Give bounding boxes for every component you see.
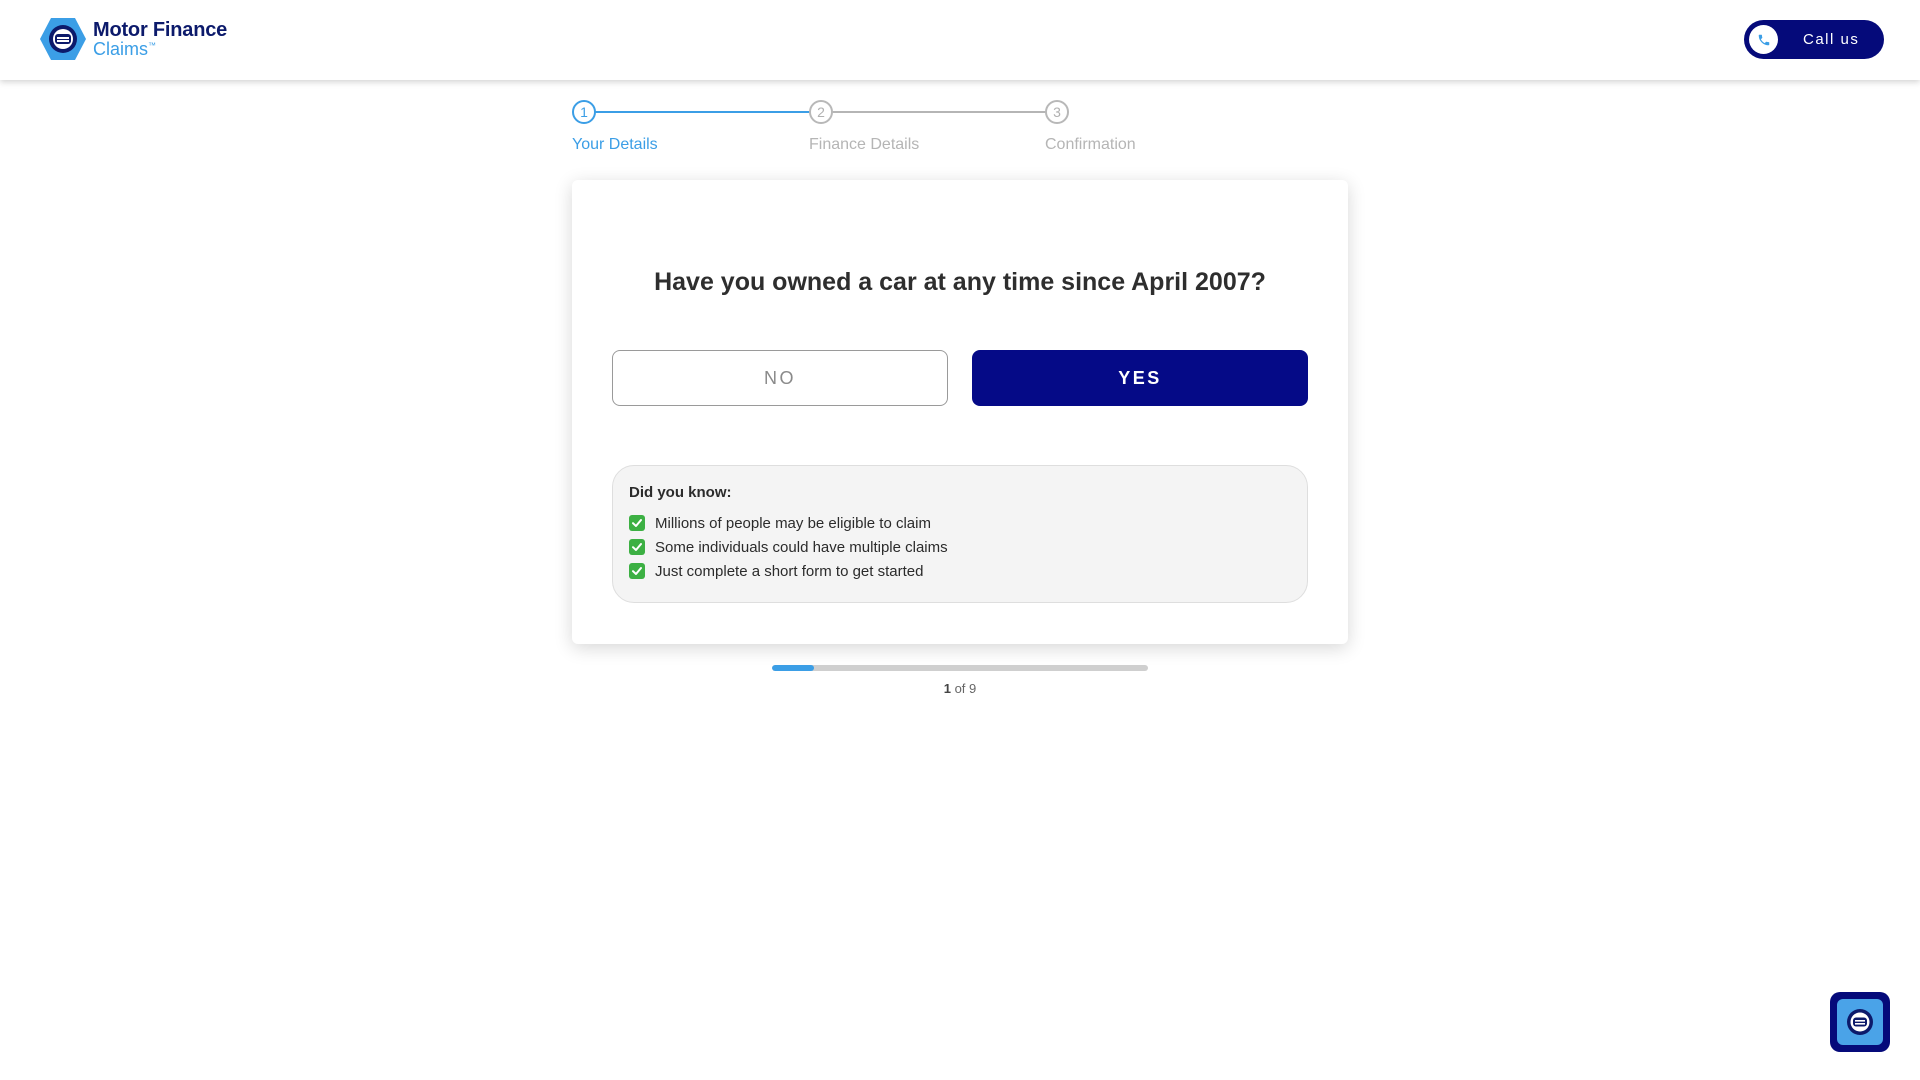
step-3-circle: 3 xyxy=(1045,100,1069,124)
progress-separator: of xyxy=(954,681,966,696)
step-3-label: Confirmation xyxy=(1045,136,1136,153)
check-mark-icon xyxy=(629,515,645,531)
site-header: Motor Finance Claims™ Call us xyxy=(0,0,1920,80)
check-mark-icon xyxy=(629,563,645,579)
step-1-label: Your Details xyxy=(572,136,658,153)
check-mark-icon xyxy=(629,539,645,555)
call-us-label: Call us xyxy=(1803,31,1860,48)
progress-stepper: 1 Your Details 2 Finance Details 3 Confi… xyxy=(572,100,1142,160)
question-text: Have you owned a car at any time since A… xyxy=(654,268,1266,296)
did-you-know-box: Did you know: Millions of people may be … xyxy=(612,465,1308,603)
brand-name-line1: Motor Finance xyxy=(93,19,228,41)
list-item: Millions of people may be eligible to cl… xyxy=(629,511,1291,535)
step-2-label: Finance Details xyxy=(809,136,920,153)
step-1-circle: 1 xyxy=(572,100,596,124)
phone-icon xyxy=(1749,25,1778,54)
step-connector-2 xyxy=(832,111,1046,113)
call-us-button[interactable]: Call us xyxy=(1744,20,1884,59)
list-item: Just complete a short form to get starte… xyxy=(629,559,1291,583)
did-you-know-list: Millions of people may be eligible to cl… xyxy=(629,511,1291,583)
brand-logo[interactable]: Motor Finance Claims™ xyxy=(39,16,227,62)
chat-widget-button[interactable] xyxy=(1830,992,1890,1052)
no-button[interactable]: NO xyxy=(612,350,948,406)
trademark-symbol: ™ xyxy=(148,41,157,50)
brand-logo-icon xyxy=(1837,999,1883,1045)
question-progress-text: 1 of 9 xyxy=(772,681,1148,696)
step-connector-1 xyxy=(594,111,810,113)
progress-current: 1 xyxy=(943,681,951,696)
brand-name: Motor Finance Claims™ xyxy=(93,20,227,58)
question-card: Have you owned a car at any time since A… xyxy=(572,180,1348,644)
question-progress-fill xyxy=(772,665,814,671)
list-item: Some individuals could have multiple cla… xyxy=(629,535,1291,559)
brand-name-line2: Claims™ xyxy=(93,40,227,58)
list-item-text: Just complete a short form to get starte… xyxy=(655,562,924,580)
progress-total: 9 xyxy=(969,681,977,696)
did-you-know-title: Did you know: xyxy=(629,484,732,501)
step-2-circle: 2 xyxy=(809,100,833,124)
brand-name-claims: Claims xyxy=(93,39,149,59)
brand-logo-icon xyxy=(40,18,86,60)
list-item-text: Some individuals could have multiple cla… xyxy=(655,538,948,556)
question-progress-bar xyxy=(772,665,1148,671)
list-item-text: Millions of people may be eligible to cl… xyxy=(655,514,931,532)
yes-button[interactable]: YES xyxy=(972,350,1308,406)
